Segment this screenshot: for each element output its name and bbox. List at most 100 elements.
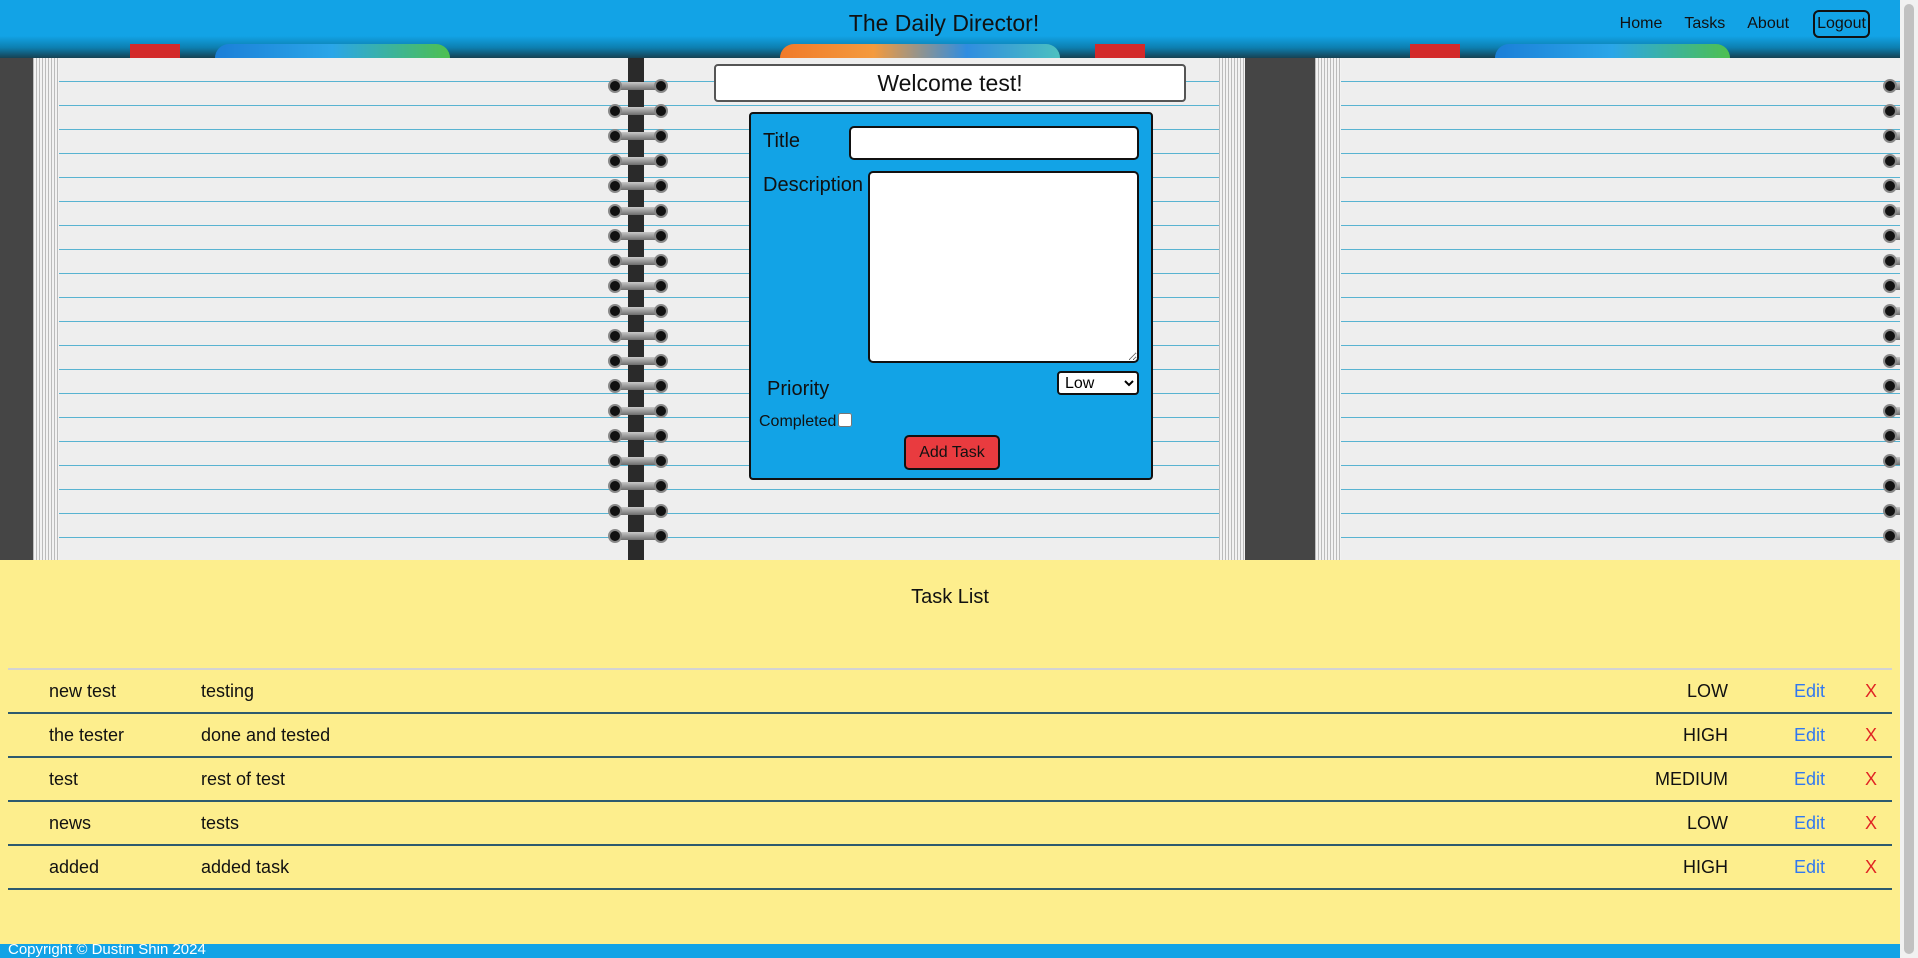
edit-link[interactable]: Edit <box>1794 802 1825 844</box>
ring-hole <box>1883 354 1897 368</box>
ring-hole <box>654 304 668 318</box>
ring-hole <box>1883 304 1897 318</box>
title-input[interactable] <box>849 126 1139 160</box>
table-row: new test testing LOW Edit X <box>8 670 1892 714</box>
scrollbar-thumb[interactable] <box>1904 4 1914 954</box>
page-edge <box>1219 58 1245 560</box>
ring-hole <box>608 504 622 518</box>
spiral-ring <box>608 453 668 478</box>
edit-link[interactable]: Edit <box>1794 714 1825 756</box>
ring-hole <box>654 379 668 393</box>
description-textarea[interactable] <box>868 171 1139 363</box>
task-title: news <box>49 813 92 833</box>
ring-hole <box>608 354 622 368</box>
task-title: added <box>49 857 100 877</box>
spiral-ring <box>608 278 668 303</box>
ring-hole <box>608 179 622 193</box>
ring-hole <box>608 254 622 268</box>
spiral-ring <box>1883 478 1900 503</box>
delete-button[interactable]: X <box>1865 670 1877 712</box>
ring-hole <box>608 304 622 318</box>
ring-hole <box>1883 379 1897 393</box>
ring-hole <box>608 79 622 93</box>
spiral-ring <box>608 428 668 453</box>
ring-hole <box>608 404 622 418</box>
delete-button[interactable]: X <box>1865 758 1877 800</box>
spiral-ring <box>608 253 668 278</box>
ring-hole <box>1883 104 1897 118</box>
ring-hole <box>608 329 622 343</box>
welcome-banner: Welcome test! <box>714 64 1186 102</box>
ring-hole <box>608 154 622 168</box>
ring-hole <box>608 279 622 293</box>
nav-about-link[interactable]: About <box>1747 15 1789 33</box>
ring-hole <box>654 354 668 368</box>
delete-button[interactable]: X <box>1865 802 1877 844</box>
spiral-ring <box>608 128 668 153</box>
ring-hole <box>1883 329 1897 343</box>
task-title: new test <box>49 681 117 701</box>
ring-hole <box>654 404 668 418</box>
task-priority: HIGH <box>1683 857 1728 877</box>
task-title: test <box>49 769 79 789</box>
spiral-ring <box>608 303 668 328</box>
task-priority: MEDIUM <box>1655 769 1728 789</box>
table-row: the tester done and tested HIGH Edit X <box>8 714 1892 758</box>
spiral-ring <box>608 403 668 428</box>
table-row: added added task HIGH Edit X <box>8 846 1892 890</box>
ring-hole <box>654 279 668 293</box>
spiral-ring <box>1883 378 1900 403</box>
spiral-ring <box>608 78 668 103</box>
nav-home-link[interactable]: Home <box>1620 15 1663 33</box>
ring-hole <box>608 229 622 243</box>
spiral-ring <box>1883 178 1900 203</box>
spiral-ring <box>1883 303 1900 328</box>
task-priority: LOW <box>1686 813 1728 833</box>
task-description: testing <box>201 681 255 701</box>
header-decoration <box>780 44 1060 58</box>
ring-hole <box>654 529 668 543</box>
ring-hole <box>654 479 668 493</box>
spiral-ring <box>1883 153 1900 178</box>
ring-hole <box>654 504 668 518</box>
main-nav: Home Tasks About Logout <box>1598 10 1870 38</box>
edit-link[interactable]: Edit <box>1794 670 1825 712</box>
ring-hole <box>608 479 622 493</box>
add-task-button[interactable]: Add Task <box>904 435 1000 470</box>
ring-hole <box>1883 279 1897 293</box>
logout-button[interactable]: Logout <box>1813 10 1870 38</box>
task-priority: LOW <box>1686 681 1728 701</box>
spiral-ring <box>608 153 668 178</box>
completed-checkbox[interactable] <box>838 413 852 427</box>
spiral-ring <box>1883 503 1900 528</box>
delete-button[interactable]: X <box>1865 714 1877 756</box>
ring-hole <box>654 254 668 268</box>
task-table: new test testing LOW Edit X the tester d… <box>8 668 1892 890</box>
ring-hole <box>654 229 668 243</box>
ring-hole <box>1883 229 1897 243</box>
description-label: Description <box>763 174 864 196</box>
ring-hole <box>1883 179 1897 193</box>
edit-link[interactable]: Edit <box>1794 758 1825 800</box>
delete-button[interactable]: X <box>1865 846 1877 888</box>
table-row: test rest of test MEDIUM Edit X <box>8 758 1892 802</box>
spiral-ring <box>608 478 668 503</box>
ring-hole <box>654 329 668 343</box>
spiral-ring <box>1883 403 1900 428</box>
ring-hole <box>1883 454 1897 468</box>
page-scrollbar[interactable] <box>1900 0 1918 958</box>
spiral-ring <box>1883 128 1900 153</box>
notebook-page-right <box>1315 58 1900 560</box>
edit-link[interactable]: Edit <box>1794 846 1825 888</box>
ring-hole <box>654 454 668 468</box>
table-row: news tests LOW Edit X <box>8 802 1892 846</box>
spiral-ring <box>608 528 668 553</box>
task-list-title: Task List <box>911 586 989 608</box>
ring-hole <box>608 429 622 443</box>
task-description: done and tested <box>201 725 331 745</box>
nav-tasks-link[interactable]: Tasks <box>1684 15 1725 33</box>
ring-hole <box>654 154 668 168</box>
priority-select[interactable]: Low <box>1057 371 1139 395</box>
spiral-ring <box>608 228 668 253</box>
ring-hole <box>654 129 668 143</box>
